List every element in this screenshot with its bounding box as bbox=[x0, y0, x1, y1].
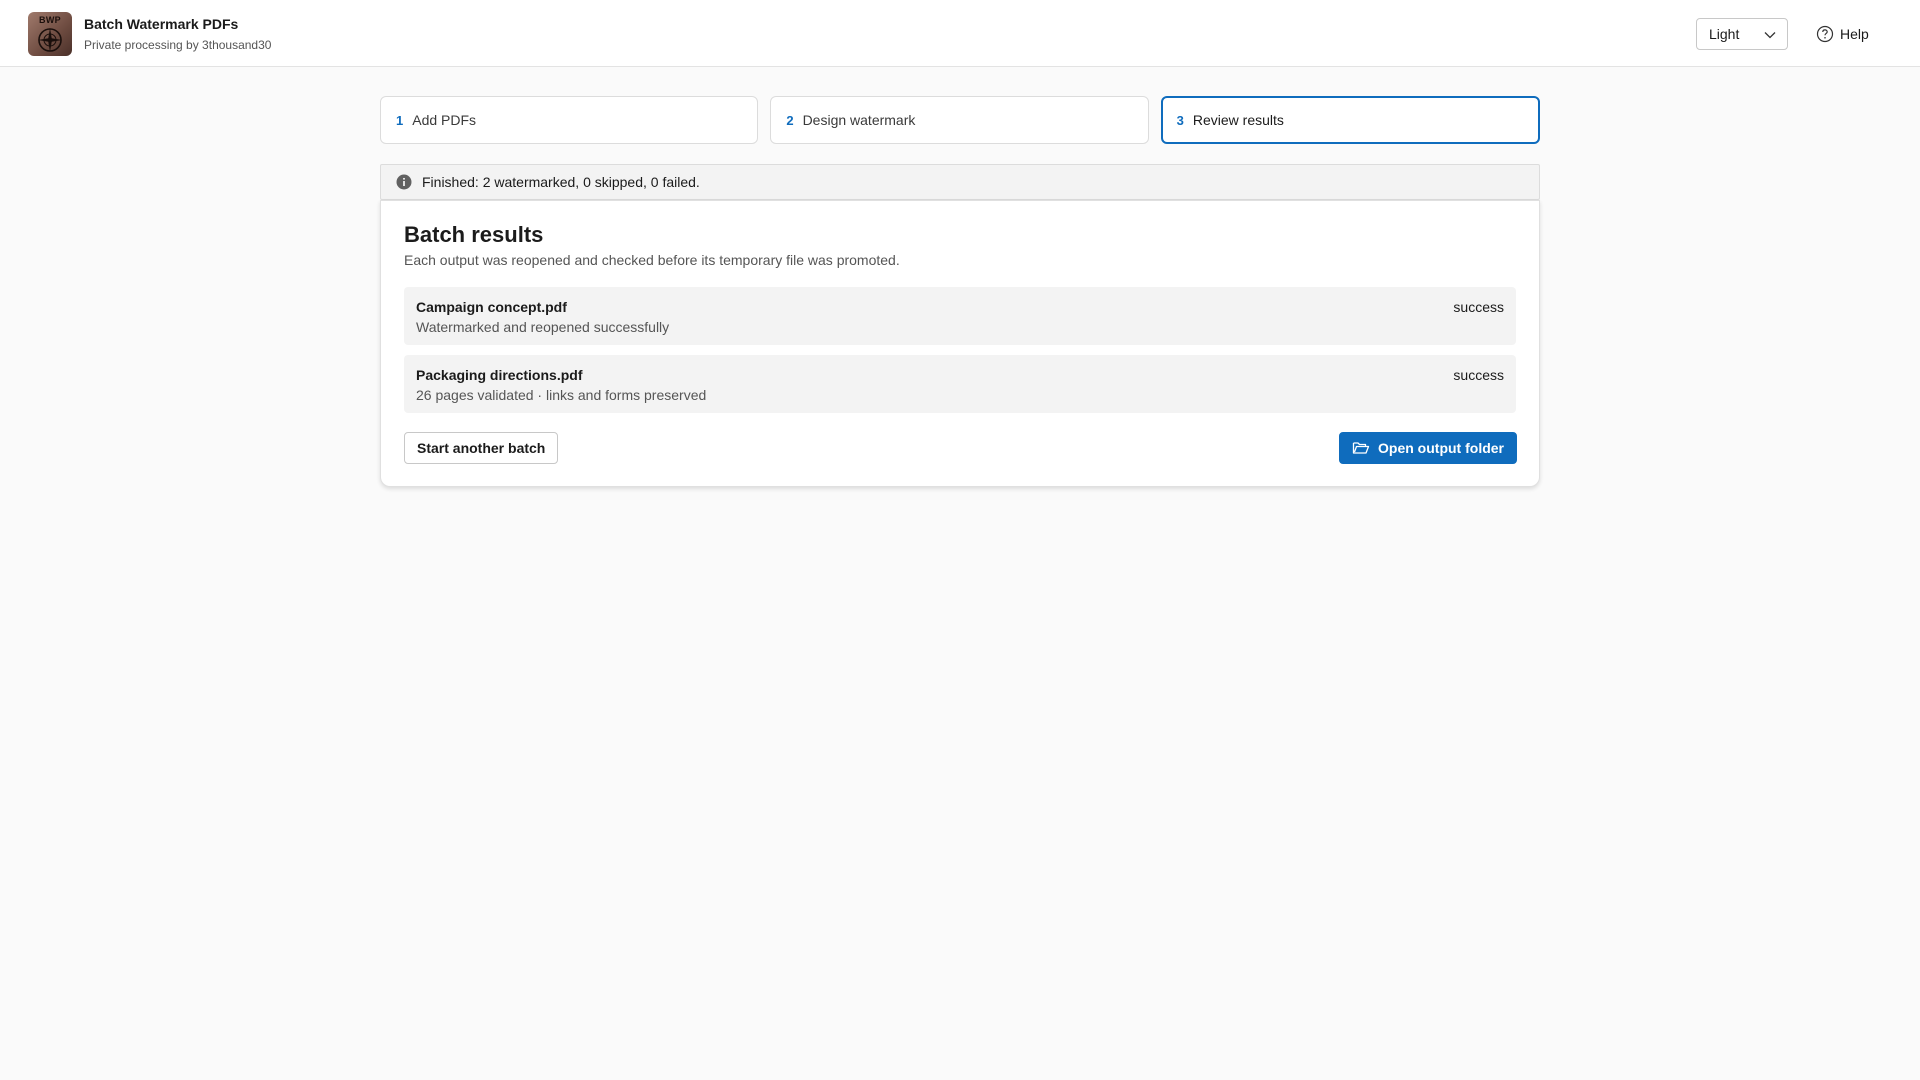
help-button[interactable]: Help bbox=[1816, 20, 1869, 48]
status-message: Finished: 2 watermarked, 0 skipped, 0 fa… bbox=[422, 174, 700, 190]
result-row: Campaign concept.pdf Watermarked and reo… bbox=[404, 287, 1516, 345]
result-row: Packaging directions.pdf 26 pages valida… bbox=[404, 355, 1516, 413]
result-file-detail: 26 pages validated · links and forms pre… bbox=[416, 387, 707, 403]
wizard-steps: 1 Add PDFs 2 Design watermark 3 Review r… bbox=[380, 96, 1540, 144]
status-message-bar: Finished: 2 watermarked, 0 skipped, 0 fa… bbox=[380, 164, 1540, 200]
app-title: Batch Watermark PDFs bbox=[84, 16, 239, 32]
step-number: 2 bbox=[786, 112, 794, 128]
step-number: 3 bbox=[1176, 112, 1184, 128]
result-status: success bbox=[1453, 299, 1504, 315]
app-subtitle: Private processing by 3thousand30 bbox=[84, 38, 272, 52]
result-file-name: Campaign concept.pdf bbox=[416, 299, 567, 315]
open-output-folder-button[interactable]: Open output folder bbox=[1339, 432, 1517, 464]
result-file-name: Packaging directions.pdf bbox=[416, 367, 583, 383]
help-label: Help bbox=[1840, 26, 1869, 42]
step-add-pdfs[interactable]: 1 Add PDFs bbox=[380, 96, 759, 144]
chevron-down-icon bbox=[1764, 32, 1776, 39]
step-label: Add PDFs bbox=[412, 112, 477, 128]
batch-results-card: Batch results Each output was reopened a… bbox=[380, 200, 1540, 487]
step-review-results[interactable]: 3 Review results bbox=[1160, 96, 1540, 144]
question-circle-icon bbox=[1816, 25, 1834, 43]
card-title: Batch results bbox=[404, 222, 544, 247]
result-file-detail: Watermarked and reopened successfully bbox=[416, 319, 670, 335]
theme-select[interactable]: Light bbox=[1696, 18, 1788, 50]
result-status: success bbox=[1453, 367, 1504, 383]
card-description: Each output was reopened and checked bef… bbox=[404, 252, 900, 268]
theme-select-value: Light bbox=[1709, 26, 1740, 42]
step-design-watermark[interactable]: 2 Design watermark bbox=[770, 96, 1149, 144]
step-number: 1 bbox=[396, 112, 404, 128]
app-logo: BWP bbox=[28, 12, 72, 56]
compass-logo-icon bbox=[38, 28, 62, 52]
info-icon bbox=[396, 174, 412, 190]
top-bar: BWP Batch Watermark PDFs Private process… bbox=[0, 0, 1920, 67]
folder-open-icon bbox=[1352, 442, 1370, 454]
step-label: Review results bbox=[1192, 112, 1284, 128]
open-output-folder-label: Open output folder bbox=[1378, 440, 1504, 456]
start-another-batch-button[interactable]: Start another batch bbox=[404, 432, 559, 464]
step-label: Design watermark bbox=[802, 112, 916, 128]
